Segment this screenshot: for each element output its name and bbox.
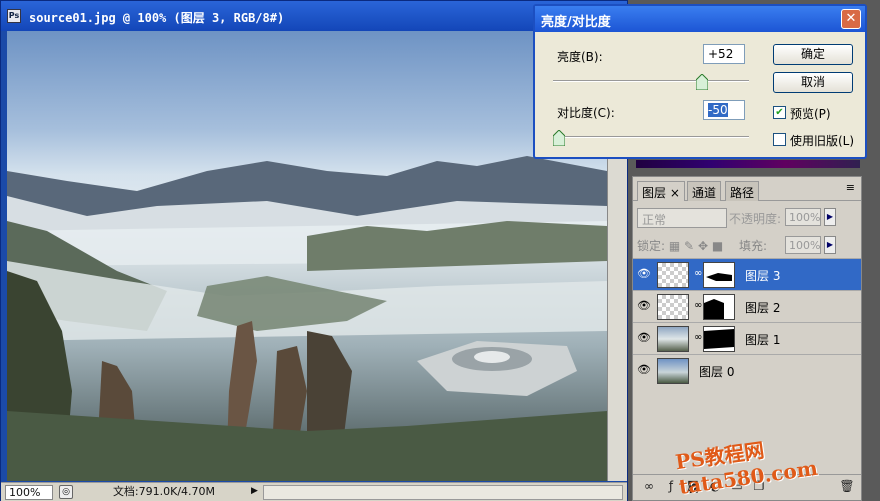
ok-button[interactable]: 确定 xyxy=(773,44,853,65)
delete-layer-icon[interactable]: 🗑 xyxy=(839,479,855,495)
brightness-slider-track[interactable] xyxy=(553,80,749,82)
layer-style-icon[interactable]: ƒ xyxy=(663,479,679,495)
close-tab-icon[interactable]: × xyxy=(670,186,680,200)
layer-mask-thumbnail[interactable] xyxy=(703,262,735,288)
opacity-arrow-icon[interactable]: ▶ xyxy=(824,208,836,226)
layer-row-3[interactable]: 👁 ∞ 图层 3 xyxy=(633,258,861,290)
legacy-checkbox[interactable] xyxy=(773,133,786,146)
lock-row: 锁定: ▦ ✎ ✥ ■ 填充: xyxy=(637,237,767,254)
lock-label: 锁定: xyxy=(637,239,666,253)
visibility-eye-icon[interactable]: 👁 xyxy=(636,363,652,377)
contrast-label: 对比度(C): xyxy=(557,106,615,120)
visibility-eye-icon[interactable]: 👁 xyxy=(636,299,652,313)
horizontal-scrollbar[interactable] xyxy=(263,485,623,500)
navigator-icon[interactable]: ◎ xyxy=(59,485,73,499)
document-info: 文档:791.0K/4.70M xyxy=(112,485,216,498)
visibility-eye-icon[interactable]: 👁 xyxy=(636,267,652,281)
preview-label[interactable]: 预览(P) xyxy=(790,105,831,122)
tab-layers[interactable]: 图层 × xyxy=(637,181,685,201)
mask-link-icon[interactable]: ∞ xyxy=(694,332,702,343)
status-bar: 100% ◎ 文档:791.0K/4.70M ▶ xyxy=(1,482,627,501)
contrast-value-selected: -50 xyxy=(708,103,728,117)
preview-checkbox[interactable]: ✔ xyxy=(773,106,786,119)
tab-paths[interactable]: 路径 xyxy=(725,181,760,201)
contrast-slider-thumb[interactable] xyxy=(553,130,565,146)
lock-transparent-icon[interactable]: ▦ xyxy=(669,239,680,253)
dialog-title: 亮度/对比度 xyxy=(535,6,865,32)
layer-mask-thumbnail[interactable] xyxy=(703,326,735,352)
brightness-label: 亮度(B): xyxy=(557,50,603,64)
zoom-field[interactable]: 100% xyxy=(5,485,53,500)
layer-name[interactable]: 图层 2 xyxy=(745,299,780,316)
layer-thumbnail[interactable] xyxy=(657,326,689,352)
visibility-eye-icon[interactable]: 👁 xyxy=(636,331,652,345)
close-icon[interactable]: ✕ xyxy=(841,9,861,29)
layer-row-2[interactable]: 👁 ∞ 图层 2 xyxy=(633,290,861,322)
layer-mask-thumbnail[interactable] xyxy=(703,294,735,320)
mask-link-icon[interactable]: ∞ xyxy=(694,300,702,311)
fill-field[interactable]: 100% xyxy=(785,236,821,254)
layer-thumbnail[interactable] xyxy=(657,294,689,320)
landscape-image xyxy=(7,156,607,481)
contrast-slider-track[interactable] xyxy=(553,136,749,138)
color-panel-strip xyxy=(636,160,860,168)
document-title: source01.jpg @ 100% (图层 3, RGB/8#) xyxy=(29,11,285,25)
layer-row-1[interactable]: 👁 ∞ 图层 1 xyxy=(633,322,861,354)
layer-name[interactable]: 图层 3 xyxy=(745,267,780,284)
panel-menu-icon[interactable]: ≡ xyxy=(846,181,855,194)
blend-mode-select[interactable]: 正常 xyxy=(637,208,727,228)
tab-channels[interactable]: 通道 xyxy=(687,181,722,201)
opacity-label: 不透明度: xyxy=(729,212,782,226)
panel-tabs: 图层 × 通道 路径 ≡ xyxy=(633,177,861,201)
layer-name[interactable]: 图层 1 xyxy=(745,331,780,348)
fill-arrow-icon[interactable]: ▶ xyxy=(824,236,836,254)
brightness-field[interactable]: +52 xyxy=(703,44,745,64)
link-layers-icon[interactable]: ∞ xyxy=(641,479,657,495)
layer-row-0[interactable]: 👁 图层 0 xyxy=(633,354,861,386)
opacity-field[interactable]: 100% xyxy=(785,208,821,226)
photoshop-app-icon: Ps xyxy=(7,9,21,23)
image-canvas[interactable] xyxy=(7,31,607,481)
cancel-button[interactable]: 取消 xyxy=(773,72,853,93)
brightness-contrast-dialog: 亮度/对比度 ✕ 亮度(B): +52 对比度(C): -50 确定 取消 ✔ … xyxy=(533,4,867,159)
fill-label: 填充: xyxy=(739,239,768,253)
layer-thumbnail[interactable] xyxy=(657,358,689,384)
lock-image-icon[interactable]: ✎ xyxy=(684,239,694,253)
layer-name[interactable]: 图层 0 xyxy=(699,363,734,380)
lock-position-icon[interactable]: ✥ xyxy=(698,239,708,253)
brightness-slider-thumb[interactable] xyxy=(695,74,708,90)
lock-all-icon[interactable]: ■ xyxy=(712,239,723,253)
contrast-field[interactable]: -50 xyxy=(703,100,745,120)
status-menu-arrow-icon[interactable]: ▶ xyxy=(251,486,261,498)
layer-thumbnail[interactable] xyxy=(657,262,689,288)
mask-link-icon[interactable]: ∞ xyxy=(694,268,702,279)
legacy-label[interactable]: 使用旧版(L) xyxy=(790,132,854,149)
